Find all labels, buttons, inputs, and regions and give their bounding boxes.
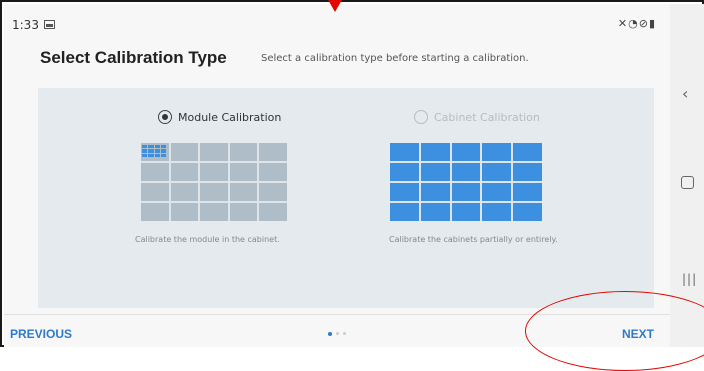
cabinet-cell xyxy=(420,163,450,181)
cabinet-cell xyxy=(420,203,450,221)
cabinet-cell xyxy=(141,183,169,201)
cabinet-cell xyxy=(229,163,258,181)
cabinet-cell xyxy=(451,183,481,201)
page-dot xyxy=(336,332,339,335)
cabinet-cell xyxy=(259,183,287,201)
app-screen: 1:33 ✕◔⊘▮ Select Calibration Type Select… xyxy=(4,4,670,347)
radio-unselected-icon[interactable] xyxy=(414,110,428,124)
module-calibration-description: Calibrate the module in the cabinet. xyxy=(135,235,280,244)
cabinet-cell xyxy=(259,143,287,161)
page-dot-active xyxy=(328,331,332,336)
cabinet-cell xyxy=(482,203,512,221)
cabinet-cell xyxy=(513,163,542,181)
cabinet-calibration-illustration xyxy=(390,143,542,221)
cabinet-cell xyxy=(141,203,169,221)
mute-icon: ✕ xyxy=(617,17,629,30)
cabinet-cell xyxy=(200,203,228,221)
cabinet-cell xyxy=(482,143,512,161)
cabinet-cell xyxy=(513,183,542,201)
wifi-icon: ◔ xyxy=(628,17,639,30)
cabinet-cell xyxy=(259,203,287,221)
cabinet-cell xyxy=(259,163,287,181)
page-indicator xyxy=(328,331,346,336)
dnd-icon: ⊘ xyxy=(638,17,649,30)
home-icon[interactable] xyxy=(681,176,694,189)
cabinet-cell xyxy=(229,203,258,221)
cabinet-cell xyxy=(141,143,169,161)
calibration-options-panel: Module Calibration Cabinet Calibration C… xyxy=(38,88,654,308)
cabinet-calibration-description: Calibrate the cabinets partially or enti… xyxy=(389,235,558,244)
cabinet-cell xyxy=(200,143,228,161)
cabinet-cell xyxy=(170,143,199,161)
cabinet-cell xyxy=(451,143,481,161)
module-calibration-illustration xyxy=(141,143,287,221)
cabinet-cell xyxy=(390,203,419,221)
cabinet-cell xyxy=(170,183,199,201)
cabinet-cell xyxy=(390,143,419,161)
module-calibration-label: Module Calibration xyxy=(178,110,282,124)
cabinet-cell xyxy=(451,163,481,181)
cabinet-cell xyxy=(390,183,419,201)
cabinet-cell xyxy=(229,183,258,201)
cabinet-cell xyxy=(141,163,169,181)
cabinet-calibration-option[interactable]: Cabinet Calibration xyxy=(414,110,540,124)
cabinet-calibration-label: Cabinet Calibration xyxy=(434,110,540,124)
battery-icon: ▮ xyxy=(648,17,656,30)
cabinet-cell xyxy=(229,143,258,161)
cabinet-cell xyxy=(170,203,199,221)
cabinet-cell xyxy=(513,203,542,221)
cabinet-cell xyxy=(170,163,199,181)
page-dot xyxy=(343,332,346,335)
back-icon[interactable]: ‹ xyxy=(682,84,688,103)
cabinet-cell xyxy=(420,143,450,161)
recent-apps-icon[interactable]: ||| xyxy=(682,272,697,286)
cabinet-cell xyxy=(482,163,512,181)
cabinet-cell xyxy=(420,183,450,201)
module-calibration-option[interactable]: Module Calibration xyxy=(158,110,281,124)
cabinet-cell xyxy=(390,163,419,181)
page-title: Select Calibration Type xyxy=(40,48,227,67)
annotation-circle xyxy=(525,291,704,371)
previous-button[interactable]: PREVIOUS xyxy=(10,327,72,341)
gallery-icon xyxy=(44,20,55,29)
module-highlight xyxy=(142,145,166,157)
cabinet-cell xyxy=(200,183,228,201)
status-icons: ✕◔⊘▮ xyxy=(618,17,656,30)
page-subtitle: Select a calibration type before startin… xyxy=(261,53,529,64)
cabinet-cell xyxy=(513,143,542,161)
annotation-arrow-icon xyxy=(327,0,343,12)
radio-selected-icon[interactable] xyxy=(158,110,172,124)
cabinet-cell xyxy=(482,183,512,201)
cabinet-cell xyxy=(451,203,481,221)
status-time: 1:33 xyxy=(12,18,39,32)
cabinet-cell xyxy=(200,163,228,181)
